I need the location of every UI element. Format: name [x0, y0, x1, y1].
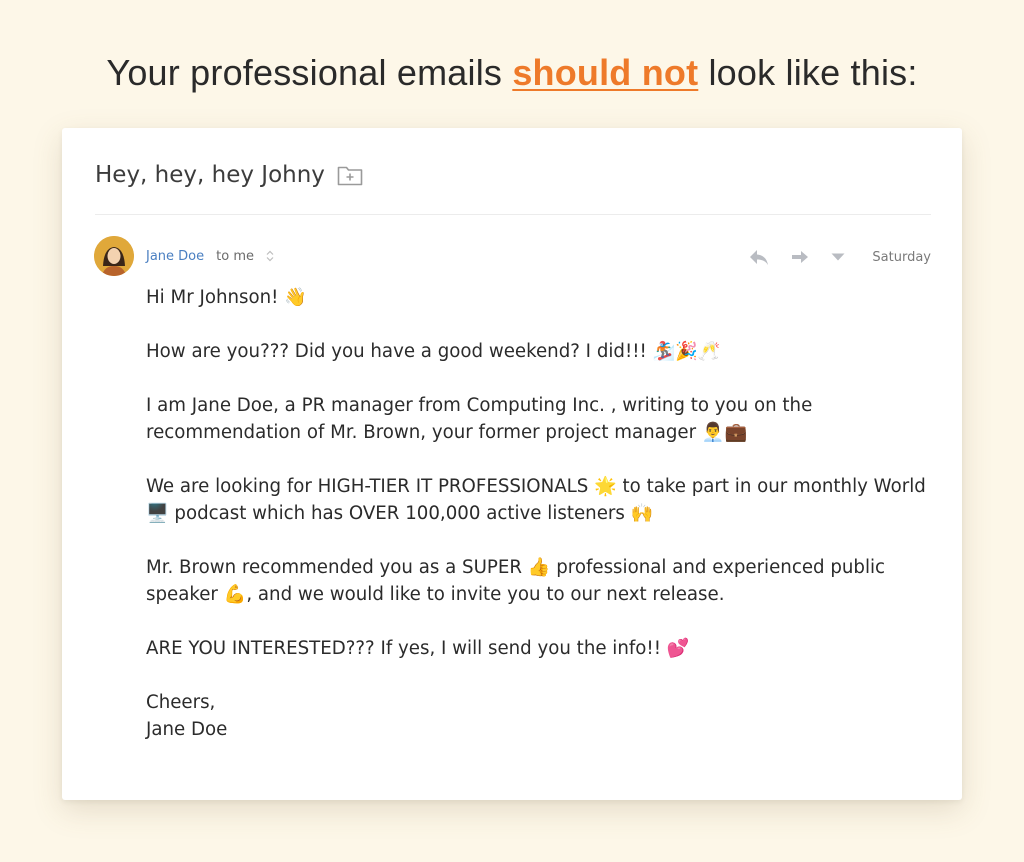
headline-accent: should not	[512, 52, 699, 93]
signoff-greeting: Cheers,	[146, 692, 216, 713]
forward-icon[interactable]	[790, 249, 810, 265]
headline-suffix: look like this:	[698, 52, 918, 93]
email-subject: Hey, hey, hey Johny	[95, 162, 325, 188]
headline-prefix: Your professional emails	[106, 52, 513, 93]
email-body: Hi Mr Johnson! 👋 How are you??? Did you …	[146, 284, 946, 743]
folder-plus-icon[interactable]	[337, 164, 363, 186]
headline: Your professional emails should not look…	[0, 52, 1024, 94]
body-paragraph: Mr. Brown recommended you as a SUPER 👍 p…	[146, 557, 886, 605]
email-date: Saturday	[872, 249, 931, 265]
body-paragraph: We are looking for HIGH-TIER IT PROFESSI…	[146, 476, 926, 524]
message-actions: Saturday	[748, 248, 931, 266]
subject-row: Hey, hey, hey Johny	[95, 162, 363, 188]
email-card: Hey, hey, hey Johny Jane Doe to me Satur…	[62, 128, 962, 800]
signoff-name: Jane Doe	[146, 719, 228, 740]
header-divider	[95, 214, 931, 215]
body-paragraph: How are you??? Did you have a good weeke…	[146, 341, 721, 362]
sender-line: Jane Doe to me	[146, 249, 274, 264]
body-paragraph: Hi Mr Johnson! 👋	[146, 287, 307, 308]
reply-icon[interactable]	[748, 248, 770, 266]
recipient-label[interactable]: to me	[216, 249, 254, 264]
avatar[interactable]	[94, 236, 134, 276]
sender-name[interactable]: Jane Doe	[146, 249, 204, 264]
sort-updown-icon[interactable]	[266, 250, 274, 264]
signoff: Cheers, Jane Doe	[146, 689, 946, 743]
caret-down-icon[interactable]	[830, 252, 846, 262]
body-paragraph: ARE YOU INTERESTED??? If yes, I will sen…	[146, 638, 690, 659]
body-paragraph: I am Jane Doe, a PR manager from Computi…	[146, 395, 813, 443]
